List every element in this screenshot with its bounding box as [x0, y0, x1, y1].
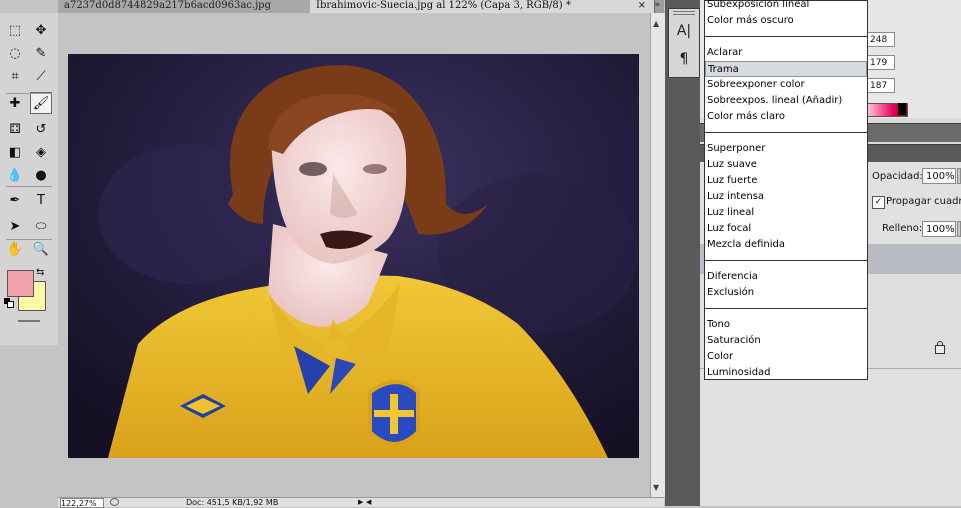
zoom-tool-icon[interactable]: 🔍	[30, 238, 52, 260]
panel-dock: A| ¶	[665, 0, 700, 506]
blend-mode-option[interactable]: Luz suave	[705, 157, 867, 173]
blur-tool-icon[interactable]: 💧	[4, 164, 26, 186]
blend-mode-option[interactable]: Trama	[705, 61, 867, 77]
propagate-frame-checkbox[interactable]: ✓	[872, 196, 885, 209]
document-canvas[interactable]	[58, 13, 650, 497]
blend-mode-separator	[705, 308, 867, 309]
zoom-level-field[interactable]: 122,27%	[60, 498, 104, 508]
hand-tool-icon[interactable]: ✋	[4, 238, 26, 260]
clone-stamp-tool-icon[interactable]: ⚃	[4, 118, 26, 140]
crop-tool-icon[interactable]: ⌗	[4, 65, 26, 87]
move-tool-icon[interactable]: ✥	[30, 19, 52, 41]
healing-brush-tool-icon[interactable]: ✚	[4, 92, 26, 114]
blend-mode-dropdown: Subexposición lineal Color más oscuro Acla…	[704, 0, 868, 380]
eyedropper-tool-icon[interactable]: ⟋	[30, 65, 52, 87]
blend-mode-option[interactable]: Color más oscuro	[705, 13, 867, 29]
dock-group: A| ¶	[668, 8, 700, 78]
blend-mode-option[interactable]: Subexposición lineal	[705, 0, 867, 13]
blue-value-field[interactable]: 187	[867, 78, 895, 93]
shape-tool-icon[interactable]: ⬭	[30, 215, 52, 237]
eraser-tool-icon[interactable]: ◧	[4, 141, 26, 163]
swap-colors-icon[interactable]: ⇆	[36, 267, 44, 278]
character-panel-icon[interactable]: A|	[675, 23, 693, 41]
blend-mode-option[interactable]: Luz lineal	[705, 205, 867, 221]
type-tool-icon[interactable]: T	[30, 189, 52, 211]
blend-mode-option[interactable]: Mezcla definida	[705, 237, 867, 253]
tab-overflow-icon[interactable]: »	[654, 0, 660, 10]
photo-illustration	[68, 54, 639, 458]
blend-mode-option[interactable]: Luz focal	[705, 221, 867, 237]
quick-mask-toggle[interactable]	[18, 320, 40, 322]
blend-mode-option[interactable]: Luz intensa	[705, 189, 867, 205]
scroll-down-icon[interactable]: ▼	[653, 483, 659, 492]
blend-mode-option[interactable]: Exclusión	[705, 285, 867, 301]
blend-mode-option[interactable]: Saturación	[705, 333, 867, 349]
history-brush-tool-icon[interactable]: ↺	[30, 118, 52, 140]
red-value-field[interactable]: 248	[867, 32, 895, 47]
blend-mode-option[interactable]: Color más claro	[705, 109, 867, 125]
document-tab-1[interactable]: a7237d0d8744829a217b6acd0963ac.jpg	[58, 0, 311, 13]
dock-grip[interactable]	[673, 11, 695, 15]
fill-label: Relleno:	[882, 223, 923, 234]
blend-mode-option[interactable]: Tono	[705, 317, 867, 333]
document-tab-1-label: a7237d0d8744829a217b6acd0963ac.jpg	[64, 0, 271, 11]
blend-mode-option[interactable]: Superponer	[705, 141, 867, 157]
tools-panel: ⬚ ✥ ◌ ✎ ⌗ ⟋ ✚ 🖌 ⚃ ↺ ◧ ◈ 💧 ● ✒ T ➤ ⬭ ✋ 🔍 ⇆	[0, 13, 59, 345]
tools-divider	[6, 186, 52, 187]
status-info-icon[interactable]	[110, 498, 119, 506]
opacity-field[interactable]: 100%	[922, 168, 956, 184]
blend-mode-option[interactable]: Aclarar	[705, 45, 867, 61]
marquee-tool-icon[interactable]: ⬚	[4, 19, 26, 41]
foreground-color-swatch[interactable]	[7, 270, 34, 297]
propagate-frame-label: Propagar cuadro	[886, 196, 961, 207]
quick-select-tool-icon[interactable]: ✎	[30, 42, 52, 64]
tools-divider	[6, 93, 52, 94]
football-player-photo[interactable]	[68, 54, 639, 458]
blend-mode-separator	[705, 36, 867, 37]
path-select-tool-icon[interactable]: ➤	[4, 215, 26, 237]
default-colors-icon[interactable]	[4, 298, 14, 308]
blend-mode-option[interactable]: Luz fuerte	[705, 173, 867, 189]
opacity-label: Opacidad:	[872, 171, 923, 182]
paragraph-panel-icon[interactable]: ¶	[675, 51, 693, 69]
opacity-dropdown-arrow[interactable]	[957, 168, 961, 184]
paint-bucket-tool-icon[interactable]: ◈	[30, 141, 52, 163]
blend-mode-option[interactable]: Luminosidad	[705, 365, 867, 381]
blend-mode-option[interactable]: Color	[705, 349, 867, 365]
blend-mode-option[interactable]: Sobreexponer color	[705, 77, 867, 93]
brush-tool-icon[interactable]: 🖌	[30, 92, 52, 114]
vertical-scrollbar[interactable]: ▲ ▼	[650, 13, 665, 497]
green-value-field[interactable]: 179	[867, 55, 895, 70]
close-tab-icon[interactable]: ×	[638, 0, 646, 12]
color-ramp-black[interactable]	[898, 103, 906, 115]
blend-mode-option[interactable]: Diferencia	[705, 269, 867, 285]
pen-tool-icon[interactable]: ✒	[4, 189, 26, 211]
lasso-tool-icon[interactable]: ◌	[4, 42, 26, 64]
document-tab-2-label: Ibrahimovic-Suecia.jpg al 122% (Capa 3, …	[316, 0, 571, 11]
fill-field[interactable]: 100%	[922, 221, 956, 237]
scroll-up-icon[interactable]: ▲	[653, 19, 659, 28]
lock-icon	[935, 341, 945, 354]
tools-divider	[6, 239, 52, 240]
fill-dropdown-arrow[interactable]	[957, 221, 961, 237]
blend-mode-separator	[705, 260, 867, 261]
document-tab-bar: a7237d0d8744829a217b6acd0963ac.jpg Ibrah…	[58, 0, 664, 13]
document-tab-2[interactable]: Ibrahimovic-Suecia.jpg al 122% (Capa 3, …	[310, 0, 655, 13]
blend-mode-separator	[705, 132, 867, 133]
blend-mode-option[interactable]: Sobreexpos. lineal (Añadir)	[705, 93, 867, 109]
dodge-tool-icon[interactable]: ●	[30, 164, 52, 186]
